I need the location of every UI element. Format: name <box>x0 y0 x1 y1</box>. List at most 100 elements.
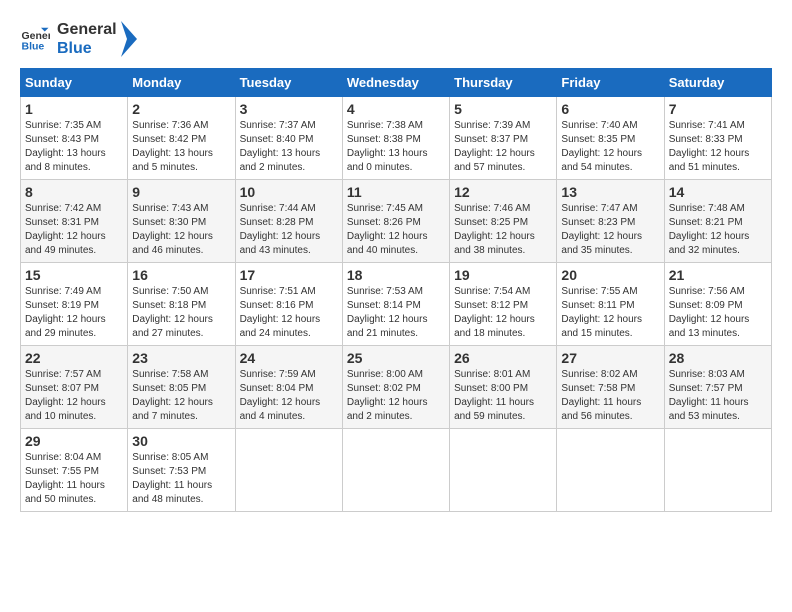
day-number: 13 <box>561 184 659 200</box>
day-number: 11 <box>347 184 445 200</box>
day-info: Sunrise: 8:00 AM Sunset: 8:02 PM Dayligh… <box>347 368 445 424</box>
day-number: 26 <box>454 350 552 366</box>
day-info: Sunrise: 7:41 AM Sunset: 8:33 PM Dayligh… <box>669 119 767 175</box>
day-info: Sunrise: 8:02 AM Sunset: 7:58 PM Dayligh… <box>561 368 659 424</box>
day-info: Sunrise: 7:48 AM Sunset: 8:21 PM Dayligh… <box>669 202 767 258</box>
calendar-cell: 25 Sunrise: 8:00 AM Sunset: 8:02 PM Dayli… <box>342 346 449 429</box>
logo-arrow-icon <box>119 21 139 57</box>
day-number: 25 <box>347 350 445 366</box>
day-info: Sunrise: 7:49 AM Sunset: 8:19 PM Dayligh… <box>25 285 123 341</box>
calendar-cell <box>450 429 557 512</box>
calendar-cell: 6 Sunrise: 7:40 AM Sunset: 8:35 PM Daylig… <box>557 97 664 180</box>
day-number: 20 <box>561 267 659 283</box>
day-info: Sunrise: 7:36 AM Sunset: 8:42 PM Dayligh… <box>132 119 230 175</box>
day-number: 1 <box>25 101 123 117</box>
day-number: 30 <box>132 433 230 449</box>
calendar-cell: 8 Sunrise: 7:42 AM Sunset: 8:31 PM Daylig… <box>21 180 128 263</box>
calendar-cell: 10 Sunrise: 7:44 AM Sunset: 8:28 PM Dayli… <box>235 180 342 263</box>
calendar-cell: 2 Sunrise: 7:36 AM Sunset: 8:42 PM Daylig… <box>128 97 235 180</box>
day-info: Sunrise: 7:59 AM Sunset: 8:04 PM Dayligh… <box>240 368 338 424</box>
day-number: 2 <box>132 101 230 117</box>
calendar-cell: 9 Sunrise: 7:43 AM Sunset: 8:30 PM Daylig… <box>128 180 235 263</box>
calendar-cell: 13Sunrise: 7:47 AM Sunset: 8:23 PM Dayli… <box>557 180 664 263</box>
calendar-week-row: 15 Sunrise: 7:49 AM Sunset: 8:19 PM Dayli… <box>21 263 772 346</box>
header-monday: Monday <box>128 69 235 97</box>
calendar-week-row: 29 Sunrise: 8:04 AM Sunset: 7:55 PM Dayli… <box>21 429 772 512</box>
day-info: Sunrise: 7:54 AM Sunset: 8:12 PM Dayligh… <box>454 285 552 341</box>
calendar-cell: 21 Sunrise: 7:56 AM Sunset: 8:09 PM Dayli… <box>664 263 771 346</box>
logo-icon: General Blue <box>20 24 50 54</box>
calendar-cell: 17 Sunrise: 7:51 AM Sunset: 8:16 PM Dayli… <box>235 263 342 346</box>
day-info: Sunrise: 7:45 AM Sunset: 8:26 PM Dayligh… <box>347 202 445 258</box>
day-number: 7 <box>669 101 767 117</box>
day-info: Sunrise: 7:40 AM Sunset: 8:35 PM Dayligh… <box>561 119 659 175</box>
day-number: 14 <box>669 184 767 200</box>
calendar-week-row: 22Sunrise: 7:57 AM Sunset: 8:07 PM Dayli… <box>21 346 772 429</box>
calendar-cell <box>664 429 771 512</box>
day-number: 28 <box>669 350 767 366</box>
calendar-header-row: SundayMondayTuesdayWednesdayThursdayFrid… <box>21 69 772 97</box>
day-number: 9 <box>132 184 230 200</box>
svg-text:Blue: Blue <box>22 41 45 53</box>
day-info: Sunrise: 7:58 AM Sunset: 8:05 PM Dayligh… <box>132 368 230 424</box>
logo-blue: Blue <box>57 39 117 58</box>
day-number: 10 <box>240 184 338 200</box>
calendar-week-row: 1 Sunrise: 7:35 AM Sunset: 8:43 PM Daylig… <box>21 97 772 180</box>
calendar-cell: 16Sunrise: 7:50 AM Sunset: 8:18 PM Dayli… <box>128 263 235 346</box>
day-info: Sunrise: 8:01 AM Sunset: 8:00 PM Dayligh… <box>454 368 552 424</box>
day-number: 19 <box>454 267 552 283</box>
calendar-cell: 23 Sunrise: 7:58 AM Sunset: 8:05 PM Dayli… <box>128 346 235 429</box>
day-info: Sunrise: 7:38 AM Sunset: 8:38 PM Dayligh… <box>347 119 445 175</box>
calendar-cell: 26 Sunrise: 8:01 AM Sunset: 8:00 PM Dayli… <box>450 346 557 429</box>
day-number: 4 <box>347 101 445 117</box>
header-sunday: Sunday <box>21 69 128 97</box>
calendar-cell <box>557 429 664 512</box>
calendar-cell: 27 Sunrise: 8:02 AM Sunset: 7:58 PM Dayli… <box>557 346 664 429</box>
day-info: Sunrise: 7:39 AM Sunset: 8:37 PM Dayligh… <box>454 119 552 175</box>
day-number: 18 <box>347 267 445 283</box>
day-number: 29 <box>25 433 123 449</box>
logo-general: General <box>57 20 117 39</box>
calendar-cell: 4 Sunrise: 7:38 AM Sunset: 8:38 PM Daylig… <box>342 97 449 180</box>
day-info: Sunrise: 7:46 AM Sunset: 8:25 PM Dayligh… <box>454 202 552 258</box>
header-tuesday: Tuesday <box>235 69 342 97</box>
day-number: 27 <box>561 350 659 366</box>
calendar-cell: 1 Sunrise: 7:35 AM Sunset: 8:43 PM Daylig… <box>21 97 128 180</box>
calendar-cell: 15 Sunrise: 7:49 AM Sunset: 8:19 PM Dayli… <box>21 263 128 346</box>
calendar-table: SundayMondayTuesdayWednesdayThursdayFrid… <box>20 68 772 512</box>
calendar-week-row: 8 Sunrise: 7:42 AM Sunset: 8:31 PM Daylig… <box>21 180 772 263</box>
day-number: 8 <box>25 184 123 200</box>
day-info: Sunrise: 7:55 AM Sunset: 8:11 PM Dayligh… <box>561 285 659 341</box>
day-number: 15 <box>25 267 123 283</box>
day-info: Sunrise: 7:57 AM Sunset: 8:07 PM Dayligh… <box>25 368 123 424</box>
day-number: 6 <box>561 101 659 117</box>
day-info: Sunrise: 7:35 AM Sunset: 8:43 PM Dayligh… <box>25 119 123 175</box>
header-thursday: Thursday <box>450 69 557 97</box>
day-number: 17 <box>240 267 338 283</box>
calendar-cell: 7 Sunrise: 7:41 AM Sunset: 8:33 PM Daylig… <box>664 97 771 180</box>
calendar-cell: 5Sunrise: 7:39 AM Sunset: 8:37 PM Daylig… <box>450 97 557 180</box>
day-number: 12 <box>454 184 552 200</box>
calendar-cell: 20 Sunrise: 7:55 AM Sunset: 8:11 PM Dayli… <box>557 263 664 346</box>
calendar-cell: 19 Sunrise: 7:54 AM Sunset: 8:12 PM Dayli… <box>450 263 557 346</box>
day-number: 16 <box>132 267 230 283</box>
calendar-cell: 18Sunrise: 7:53 AM Sunset: 8:14 PM Dayli… <box>342 263 449 346</box>
header-friday: Friday <box>557 69 664 97</box>
header-wednesday: Wednesday <box>342 69 449 97</box>
day-info: Sunrise: 7:56 AM Sunset: 8:09 PM Dayligh… <box>669 285 767 341</box>
calendar-cell: 3 Sunrise: 7:37 AM Sunset: 8:40 PM Daylig… <box>235 97 342 180</box>
day-number: 23 <box>132 350 230 366</box>
page-header: General Blue General Blue <box>20 20 772 58</box>
day-info: Sunrise: 7:44 AM Sunset: 8:28 PM Dayligh… <box>240 202 338 258</box>
day-info: Sunrise: 7:37 AM Sunset: 8:40 PM Dayligh… <box>240 119 338 175</box>
calendar-cell <box>342 429 449 512</box>
day-number: 3 <box>240 101 338 117</box>
day-info: Sunrise: 8:05 AM Sunset: 7:53 PM Dayligh… <box>132 451 230 507</box>
day-info: Sunrise: 7:51 AM Sunset: 8:16 PM Dayligh… <box>240 285 338 341</box>
day-number: 21 <box>669 267 767 283</box>
day-info: Sunrise: 8:04 AM Sunset: 7:55 PM Dayligh… <box>25 451 123 507</box>
day-info: Sunrise: 7:42 AM Sunset: 8:31 PM Dayligh… <box>25 202 123 258</box>
day-info: Sunrise: 7:43 AM Sunset: 8:30 PM Dayligh… <box>132 202 230 258</box>
logo: General Blue General Blue <box>20 20 139 58</box>
header-saturday: Saturday <box>664 69 771 97</box>
